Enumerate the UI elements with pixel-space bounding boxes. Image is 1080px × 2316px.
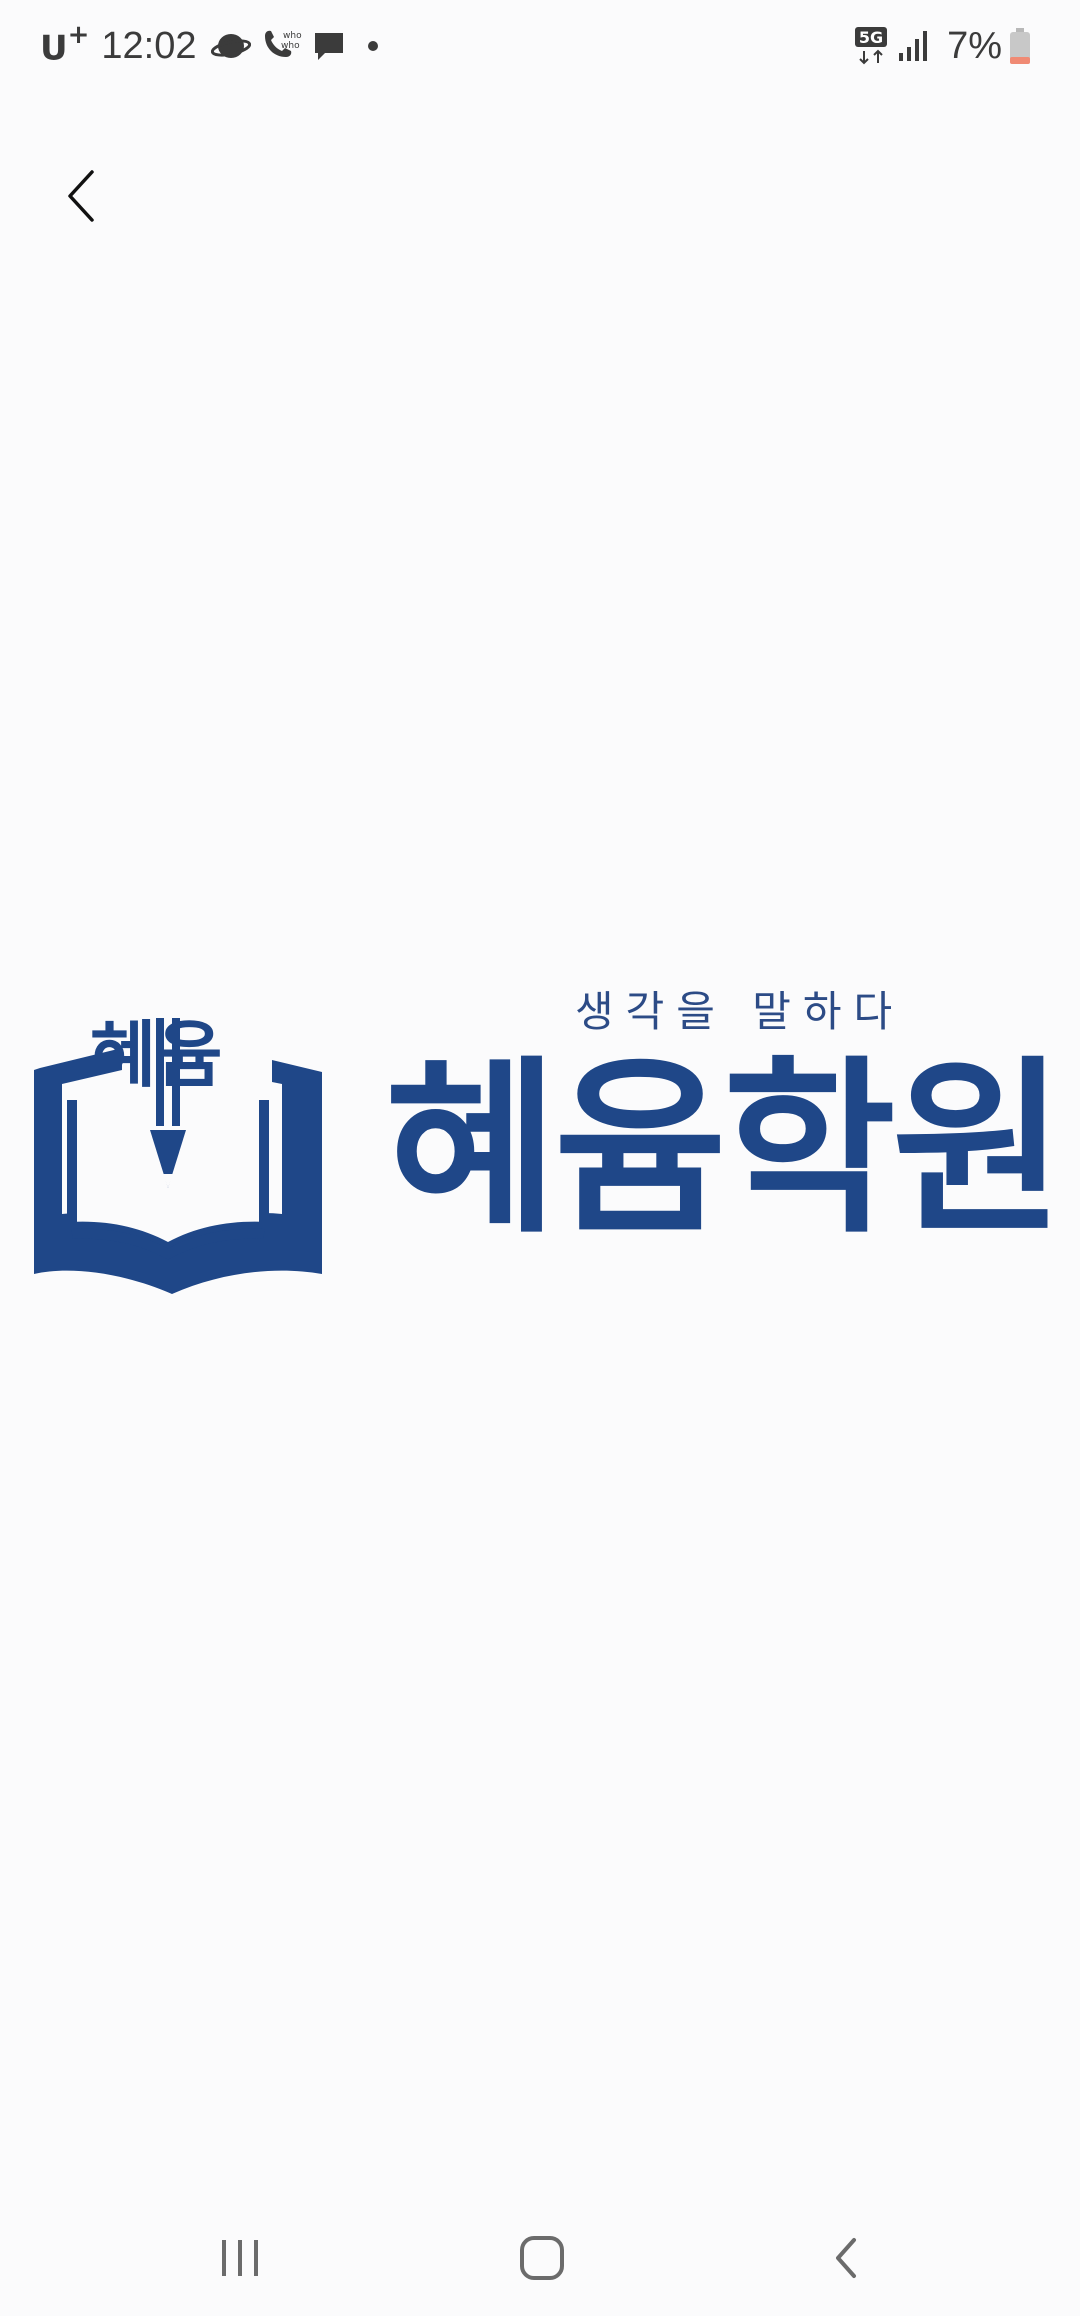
brand-name: 혜윰학원 — [385, 1040, 1065, 1259]
brand-logo: 혜윰 생각을 말하다 혜윰학원 — [0, 960, 1080, 1294]
status-left: U+ 12:02 who who — [40, 20, 387, 72]
home-button[interactable] — [502, 2230, 582, 2286]
carrier-label: U+ — [40, 20, 89, 69]
back-button[interactable] — [46, 160, 118, 232]
recent-apps-icon — [222, 2240, 258, 2276]
chat-bubble-icon — [311, 28, 347, 64]
svg-text:who: who — [281, 41, 300, 51]
recent-apps-button[interactable] — [200, 2230, 280, 2286]
status-bar: U+ 12:02 who who 5G 7% — [0, 0, 1080, 92]
home-icon — [520, 2236, 564, 2280]
signal-icon — [897, 29, 931, 63]
book-pencil-emblem: 혜윰 — [32, 988, 332, 1312]
saturn-icon — [210, 28, 251, 64]
system-nav-bar — [0, 2200, 1080, 2316]
chevron-left-icon — [68, 170, 94, 222]
svg-text:5G: 5G — [859, 28, 883, 47]
5g-icon: 5G — [853, 25, 889, 67]
battery-percent: 7% — [947, 24, 1002, 67]
carrier-plus: + — [67, 19, 90, 50]
clock: 12:02 — [101, 24, 197, 67]
battery-low-icon — [1008, 27, 1032, 65]
whowho-call-icon: who who — [259, 26, 303, 66]
notification-dot-icon — [367, 40, 379, 52]
brand-tagline: 생각을 말하다 — [575, 987, 905, 1036]
nav-back-button[interactable] — [806, 2230, 886, 2286]
back-icon — [836, 2238, 856, 2278]
carrier-name: U — [40, 28, 68, 69]
status-right: 5G 7% — [853, 20, 1040, 72]
splash-screen: U+ 12:02 who who 5G 7% 생각을 말하다 혜윰학원 — [0, 0, 1080, 2316]
svg-text:who: who — [283, 31, 302, 41]
